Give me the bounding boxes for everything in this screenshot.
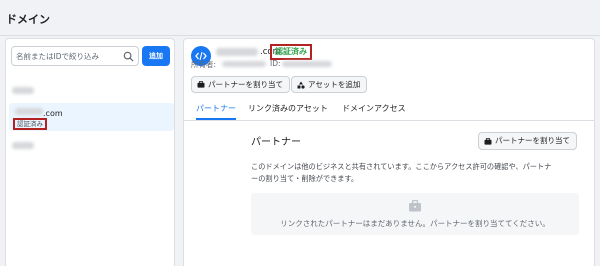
domain-list-item-selected[interactable]: .com 認証済み (9, 103, 174, 131)
domain-list-panel: 追加 .com 認証済み (5, 38, 175, 266)
search-input[interactable] (16, 49, 120, 63)
add-asset-label: アセットを追加 (308, 80, 361, 89)
redacted-domain-name (15, 108, 43, 115)
briefcase-icon (197, 81, 205, 88)
empty-partners-state: リンクされたパートナーはまだありません。パートナーを割り当ててください。 (251, 193, 579, 235)
domain-detail-panel: .com 認証済み 所有者: ID: パートナーを割り当て アセットを追加 パー… (183, 38, 595, 266)
tab-partners[interactable]: パートナー (196, 103, 236, 120)
add-asset-button[interactable]: アセットを追加 (291, 76, 368, 93)
briefcase-icon (484, 138, 492, 145)
partner-description: このドメインは他のビジネスと共有されています。ここからアクセス許可の確認や、パー… (251, 161, 581, 185)
redacted-domain-item[interactable] (12, 87, 34, 94)
owner-label: 所有者: (191, 60, 217, 69)
assign-partner-section-button[interactable]: パートナーを割り当て (478, 132, 577, 150)
redacted-domain-item[interactable] (12, 142, 34, 149)
redacted-domain-name (216, 48, 258, 56)
verified-badge: 認証済み (13, 118, 47, 130)
tab-domain-access[interactable]: ドメインアクセス (342, 103, 406, 120)
add-domain-button[interactable]: 追加 (142, 46, 170, 66)
id-label: ID: (270, 59, 281, 68)
search-field[interactable] (11, 46, 139, 66)
assign-partner-section-label: パートナーを割り当て (495, 136, 570, 145)
verified-status-badge: 認証済み (270, 44, 312, 60)
briefcase-icon (409, 200, 421, 212)
search-icon[interactable] (123, 51, 134, 62)
partner-section-title: パートナー (251, 137, 301, 148)
tab-linked-assets[interactable]: リンク済みのアセット (248, 103, 328, 120)
assign-partner-button[interactable]: パートナーを割り当て (191, 76, 290, 93)
detail-tabs: パートナー リンク済みのアセット ドメインアクセス (184, 103, 594, 121)
header-divider (0, 35, 600, 36)
assets-icon (297, 81, 305, 89)
redacted-owner (222, 61, 266, 67)
partner-description-line-1: このドメインは他のビジネスと共有されています。ここからアクセス許可の確認や、パー… (251, 162, 552, 171)
assign-partner-label: パートナーを割り当て (208, 80, 283, 89)
redacted-id (282, 61, 332, 67)
empty-partners-text: リンクされたパートナーはまだありません。パートナーを割り当ててください。 (280, 219, 550, 228)
page-title: ドメイン (6, 13, 50, 26)
partner-description-line-2: ーの割り当て・削除ができます。 (251, 174, 359, 183)
domain-item-name: .com (43, 109, 63, 118)
